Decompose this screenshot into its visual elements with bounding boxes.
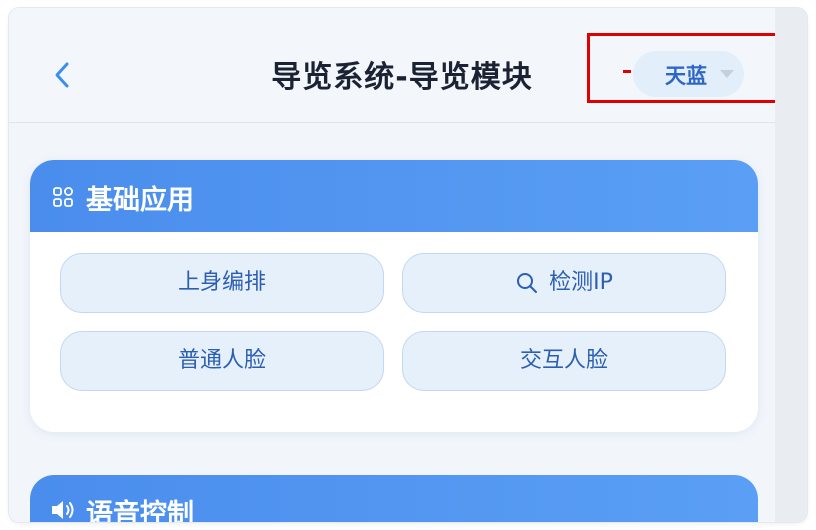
section-title: 基础应用 [86,185,194,216]
button-label: 检测IP [549,270,613,295]
button-label: 普通人脸 [177,348,266,373]
scrollbar[interactable] [775,8,807,522]
theme-select[interactable]: 天蓝 [633,51,744,97]
header-bar: 导览系统-导览模块 天蓝 [9,8,780,123]
grid-icon [53,187,73,207]
section-card-basic: 基础应用 上身编排 检测IP 普通人脸 交互人脸 [30,160,758,432]
search-icon [517,273,538,293]
theme-select-value: 天蓝 [665,64,707,88]
annotation-mark [623,70,631,73]
section-title: 语音控制 [86,499,194,522]
button-interactive-face[interactable]: 交互人脸 [402,331,726,391]
app-window: 导览系统-导览模块 天蓝 基础应用 上身编排 检测IP 普通人脸 交互人脸 语音… [9,8,807,522]
button-upper-body[interactable]: 上身编排 [60,253,384,313]
page: 导览系统-导览模块 天蓝 基础应用 上身编排 检测IP 普通人脸 交互人脸 语音… [9,8,780,522]
button-detect-ip[interactable]: 检测IP [402,253,726,313]
section-header: 基础应用 [30,160,758,232]
button-label: 交互人脸 [519,348,608,373]
button-normal-face[interactable]: 普通人脸 [60,331,384,391]
section-card-voice: 语音控制 [30,475,758,522]
chevron-down-icon [720,70,734,78]
speaker-icon [52,501,74,519]
button-label: 上身编排 [177,270,266,295]
